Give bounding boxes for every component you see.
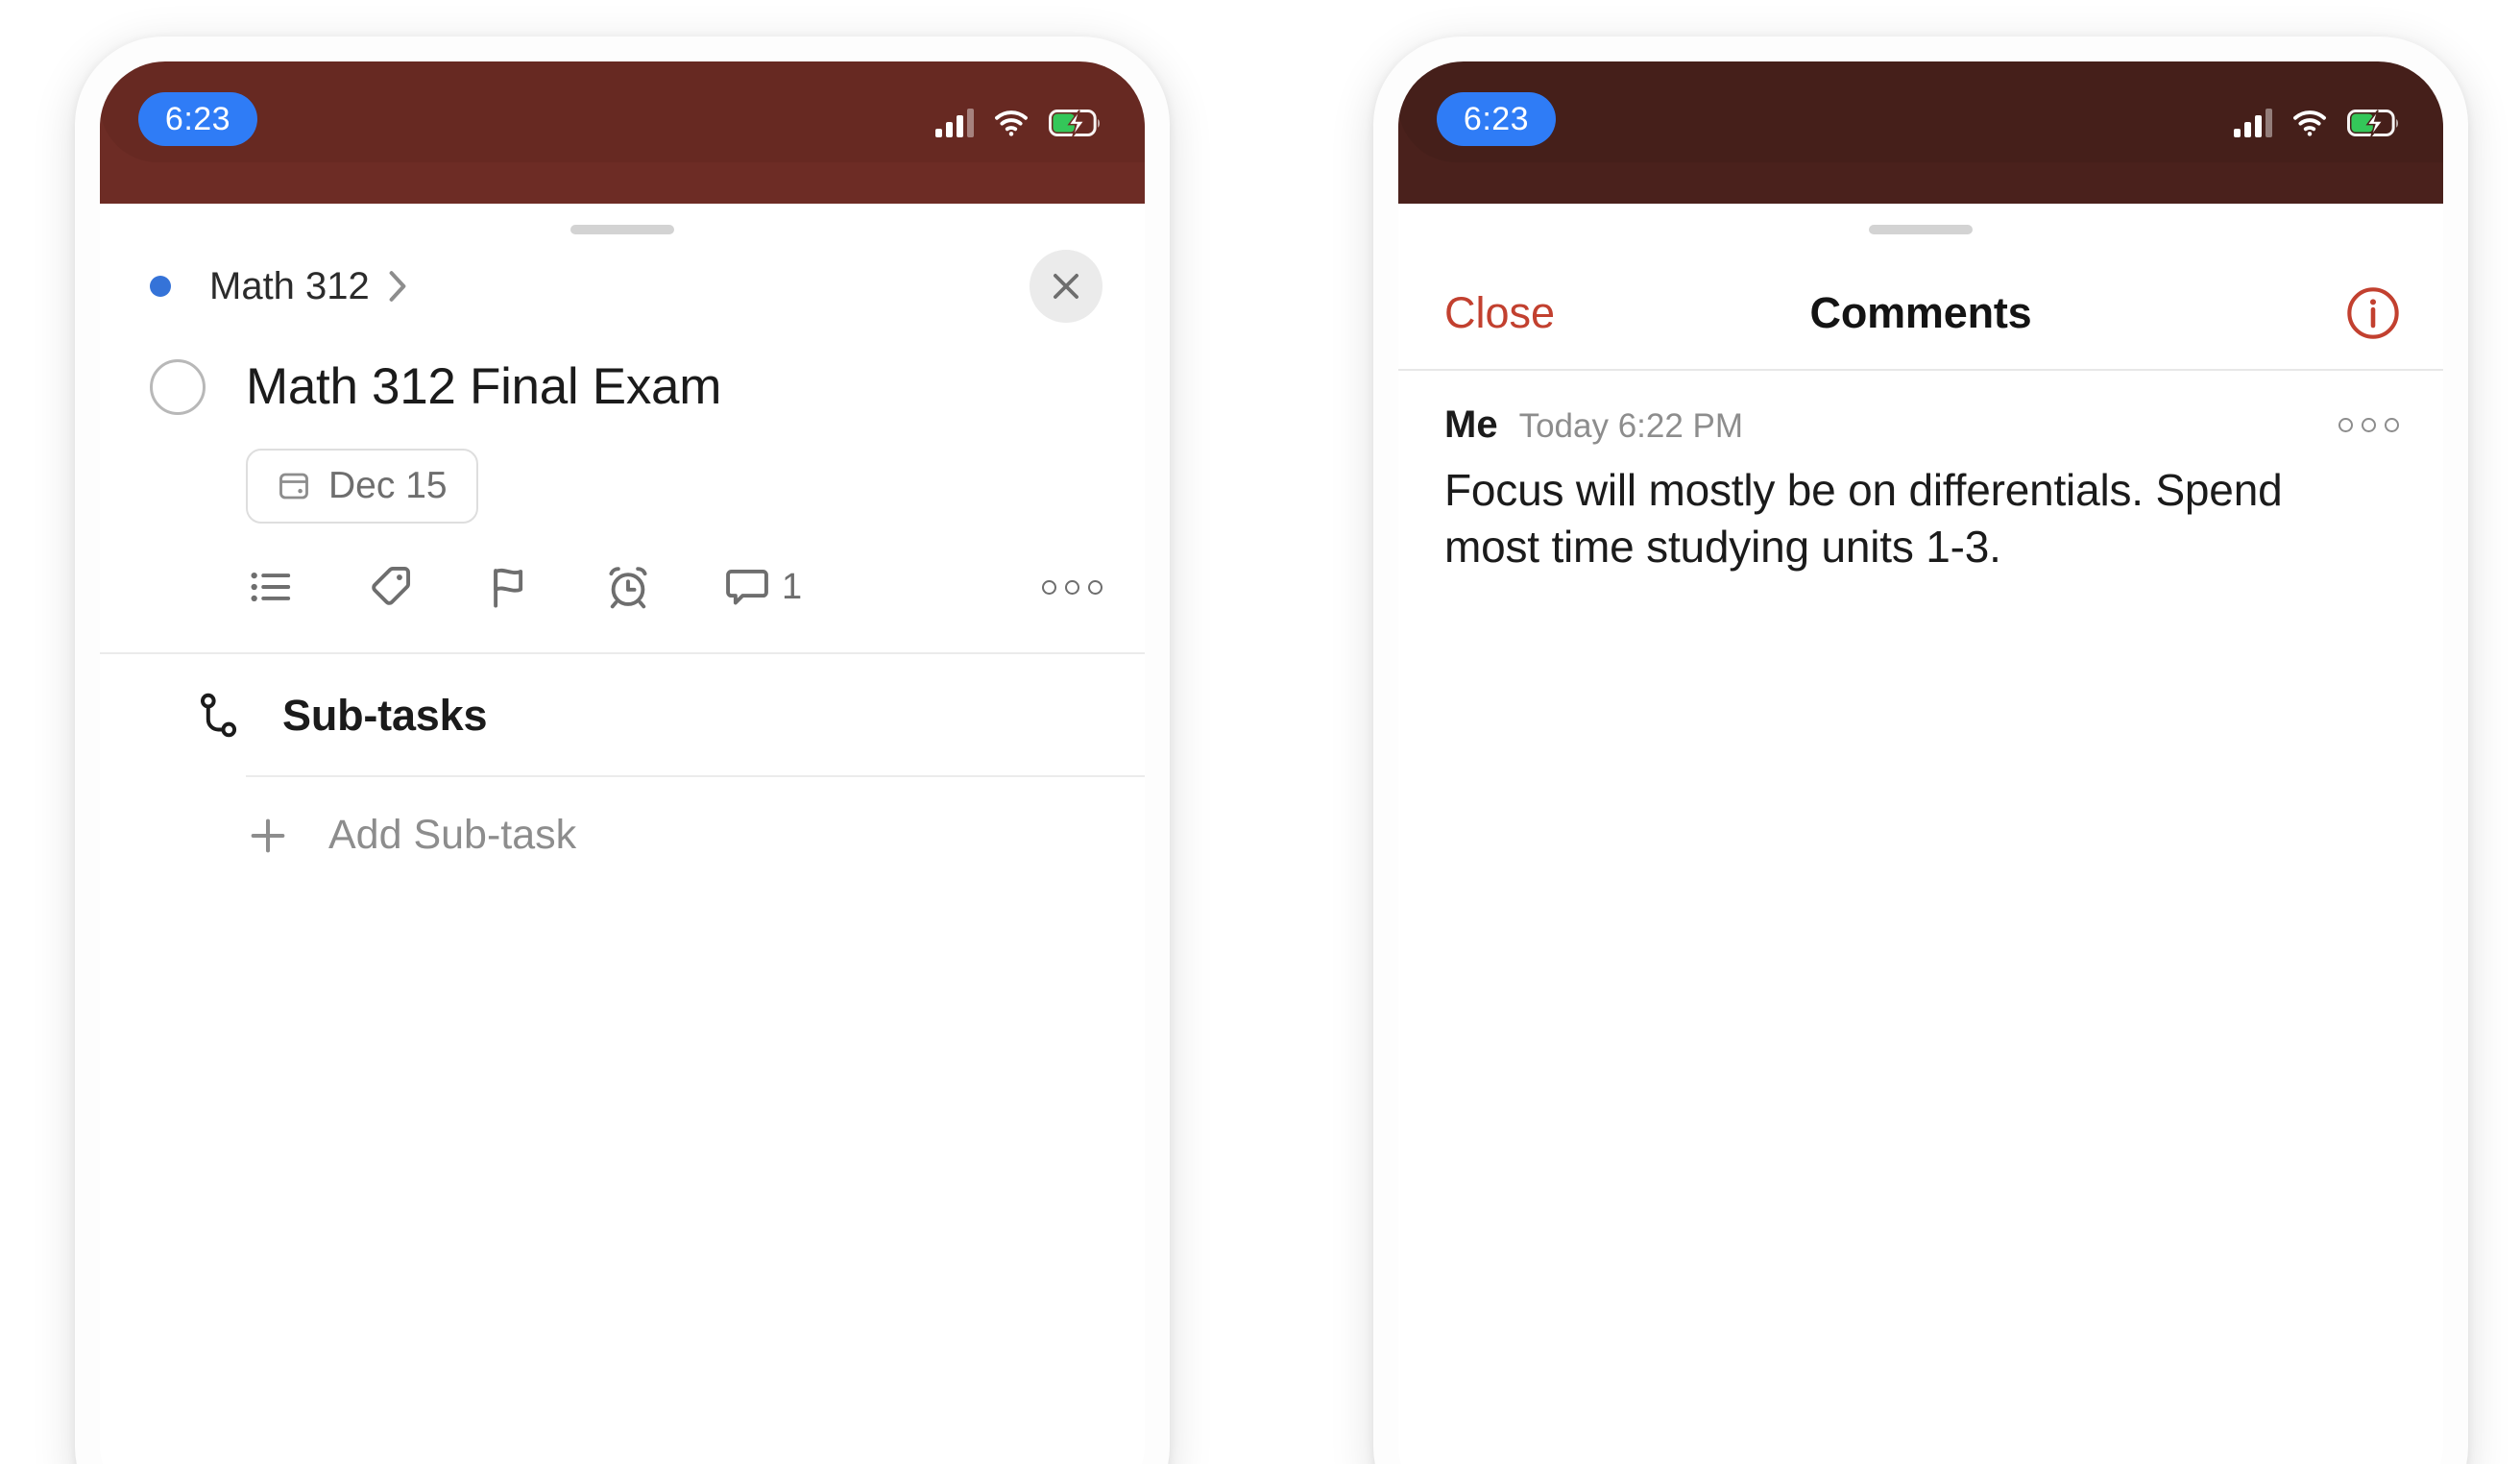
screenshot-stage: 6:23 Math 312 Math 312 Final Exam Dec 15…: [0, 0, 2520, 1464]
subtask-branch-icon: [200, 693, 237, 738]
reminder-alarm-icon[interactable]: [603, 562, 653, 612]
add-subtask-button[interactable]: Add Sub-task: [100, 777, 1145, 859]
info-circle-icon[interactable]: [2345, 285, 2401, 341]
battery-charging-icon: [2347, 110, 2398, 137]
phone-left: 6:23 Math 312 Math 312 Final Exam Dec 15…: [75, 37, 1170, 1464]
task-title[interactable]: Math 312 Final Exam: [246, 357, 721, 416]
chevron-right-icon[interactable]: [387, 270, 408, 303]
comment-header: Me Today 6:22 PM: [1444, 403, 2399, 447]
comment-count: 1: [782, 566, 803, 607]
comments-sheet: Close Comments Me Today 6:22 PM Focus wi…: [1398, 204, 2443, 1464]
phone-right-screen: 6:23 Close Comments Me Today 6:22 PM Foc…: [1398, 61, 2443, 1464]
project-color-dot: [150, 276, 171, 297]
phone-left-screen: 6:23 Math 312 Math 312 Final Exam Dec 15…: [100, 61, 1145, 1464]
sheet-drag-handle[interactable]: [1869, 225, 1973, 234]
sheet-drag-handle[interactable]: [570, 225, 674, 234]
wifi-icon: [2293, 110, 2326, 136]
comment-timestamp: Today 6:22 PM: [1518, 407, 1744, 445]
dot: [2338, 418, 2353, 432]
status-icons-group: [935, 104, 1102, 142]
status-bar-right: 6:23: [1398, 61, 2443, 204]
dot: [1088, 579, 1102, 595]
dot: [1065, 579, 1079, 595]
cellular-signal-icon: [2234, 109, 2272, 137]
due-date-label: Dec 15: [328, 465, 448, 506]
dot: [2385, 418, 2399, 432]
dot: [1042, 579, 1056, 595]
task-action-row: 1: [100, 524, 1145, 612]
comment-author: Me: [1444, 403, 1498, 446]
calendar-icon: [279, 473, 308, 500]
close-icon: [1054, 274, 1078, 299]
status-bar-left: 6:23: [100, 61, 1145, 204]
add-subtask-label: Add Sub-task: [328, 812, 577, 858]
label-tag-icon[interactable]: [365, 562, 415, 612]
status-time-pill: 6:23: [138, 92, 257, 146]
battery-charging-icon: [1049, 110, 1100, 137]
comment-body: Focus will mostly be on differentials. S…: [1444, 465, 2283, 572]
due-date-chip[interactable]: Dec 15: [246, 449, 478, 524]
task-detail-sheet: Math 312 Math 312 Final Exam Dec 15 1 Su…: [100, 204, 1145, 1464]
comment-item: Me Today 6:22 PM Focus will mostly be on…: [1398, 371, 2443, 575]
comments-icon[interactable]: 1: [722, 562, 802, 612]
task-title-row: Math 312 Final Exam: [100, 338, 1145, 416]
phone-right: 6:23 Close Comments Me Today 6:22 PM Foc…: [1373, 37, 2468, 1464]
page-title: Comments: [1809, 288, 2032, 337]
dot: [2362, 418, 2376, 432]
priority-flag-icon[interactable]: [484, 562, 534, 612]
comments-nav-bar: Close Comments: [1398, 257, 2443, 369]
task-checkbox[interactable]: [150, 358, 206, 415]
task-chips-row: Dec 15: [100, 416, 1145, 524]
subtasks-heading: Sub-tasks: [282, 691, 488, 740]
comment-options-button[interactable]: [2338, 418, 2399, 432]
subtasks-heading-row: Sub-tasks: [100, 654, 1145, 775]
project-header-row: Math 312: [100, 234, 1145, 338]
status-time-pill: 6:23: [1437, 92, 1556, 146]
status-icons-group: [2234, 104, 2401, 142]
plus-icon: [251, 818, 285, 852]
close-button[interactable]: Close: [1444, 288, 1555, 338]
project-name[interactable]: Math 312: [209, 265, 370, 308]
cellular-signal-icon: [935, 109, 974, 137]
close-button[interactable]: [1030, 250, 1102, 323]
more-options-button[interactable]: [1042, 579, 1102, 595]
subtask-list-icon[interactable]: [246, 562, 296, 612]
wifi-icon: [995, 110, 1028, 136]
